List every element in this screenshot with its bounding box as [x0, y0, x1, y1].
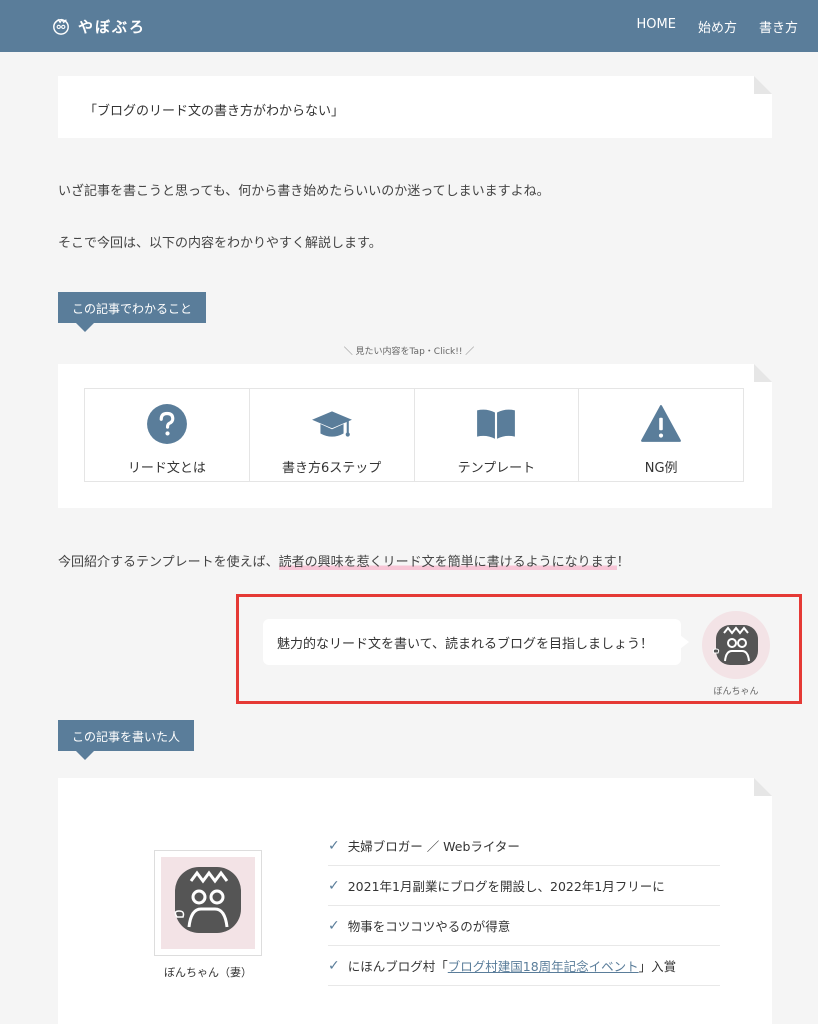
toc-hint: ＼ 見たい内容をTap・Click!! ／ — [343, 347, 475, 357]
character-face-icon — [174, 867, 241, 933]
check-icon: ✓ — [328, 957, 340, 974]
nav-home[interactable]: HOME — [637, 17, 676, 36]
speaker-name: ぼんちゃん — [713, 687, 759, 697]
check-icon: ✓ — [328, 877, 340, 894]
fact-text: 夫婦ブロガー ／ Webライター — [347, 839, 520, 854]
speaker-avatar — [702, 611, 770, 679]
toc-grid: リード文とは 書き方6ステップ テンプレート NG例 — [84, 388, 744, 482]
intro-paragraph-1: いざ記事を書こうと思っても、何から書き始めたらいいのか迷ってしまいますよね。 — [58, 184, 550, 199]
toc-item-lead-definition[interactable]: リード文とは — [85, 389, 250, 481]
open-book-icon — [477, 409, 516, 439]
toc-item-label: リード文とは — [127, 461, 206, 476]
award-link[interactable]: ブログ村建国18周年記念イベント — [448, 956, 639, 975]
author-fact: ✓ 2021年1月副業にブログを開設し、2022年1月フリーに — [328, 866, 720, 906]
logo-text: やぼぶろ — [78, 17, 147, 36]
check-icon: ✓ — [328, 837, 340, 854]
toc-card: リード文とは 書き方6ステップ テンプレート NG例 — [58, 364, 772, 508]
promo-suffix: ！ — [616, 555, 630, 570]
toc-item-six-steps[interactable]: 書き方6ステップ — [250, 389, 415, 481]
author-name: ぼんちゃん（妻） — [164, 966, 252, 979]
award-suffix: 」入賞 — [638, 959, 677, 974]
fact-text: 物事をコツコツやるのが得意 — [347, 919, 511, 934]
author-photo-bg — [161, 857, 255, 949]
character-face-icon — [712, 625, 758, 665]
site-logo[interactable]: やぼぶろ — [52, 16, 146, 37]
author-fact: ✓ 物事をコツコツやるのが得意 — [328, 906, 720, 946]
warning-triangle-icon — [641, 405, 682, 442]
check-icon: ✓ — [328, 917, 340, 934]
author-heading-tag: この記事を書いた人 — [58, 720, 195, 760]
logo-face-icon — [53, 18, 69, 35]
toc-item-label: テンプレート — [457, 461, 536, 476]
toc-item-template[interactable]: テンプレート — [415, 389, 580, 481]
promo-highlight: 読者の興味を惹くリード文を簡単に書けるようになります — [278, 555, 617, 570]
toc-item-label: NG例 — [644, 461, 678, 476]
nav-how-to-write[interactable]: 書き方 — [759, 17, 798, 36]
promo-sentence: 今回紹介するテンプレートを使えば、読者の興味を惹くリード文を簡単に書けるようにな… — [58, 551, 630, 570]
site-header: やぼぶろ HOME 始め方 書き方 — [0, 0, 818, 52]
promo-prefix: 今回紹介するテンプレートを使えば、 — [58, 555, 279, 570]
author-photo — [154, 850, 262, 956]
intro-quote: 「ブログのリード文の書き方がわからない」 — [84, 104, 345, 119]
author-facts-list: ✓ 夫婦ブロガー ／ Webライター ✓ 2021年1月副業にブログを開設し、202… — [328, 826, 720, 986]
intro-quote-box: 「ブログのリード文の書き方がわからない」 — [58, 76, 772, 138]
nav-getting-started[interactable]: 始め方 — [698, 17, 737, 36]
author-fact: ✓ 夫婦ブロガー ／ Webライター — [328, 826, 720, 866]
main-nav: HOME 始め方 書き方 — [637, 17, 798, 36]
toc-item-ng-examples[interactable]: NG例 — [579, 389, 743, 481]
toc-item-label: 書き方6ステップ — [281, 461, 382, 476]
toc-heading-tag: この記事でわかること — [58, 292, 207, 332]
award-prefix: にほんブログ村「 — [347, 959, 448, 974]
speech-text: 魅力的なリード文を書いて、読まれるブログを目指しましょう！ — [277, 637, 653, 652]
graduation-cap-icon — [311, 411, 352, 437]
fact-text: 2021年1月副業にブログを開設し、2022年1月フリーに — [347, 879, 665, 894]
author-fact: ✓ にほんブログ村「 ブログ村建国18周年記念イベント 」入賞 — [328, 946, 720, 986]
question-circle-icon — [146, 404, 187, 444]
author-card: ぼんちゃん（妻） ✓ 夫婦ブロガー ／ Webライター ✓ 2021年1月副業にブロ… — [58, 778, 772, 1024]
speech-bubble: 魅力的なリード文を書いて、読まれるブログを目指しましょう！ — [263, 619, 689, 665]
intro-paragraph-2: そこで今回は、以下の内容をわかりやすく解説します。 — [58, 236, 382, 251]
